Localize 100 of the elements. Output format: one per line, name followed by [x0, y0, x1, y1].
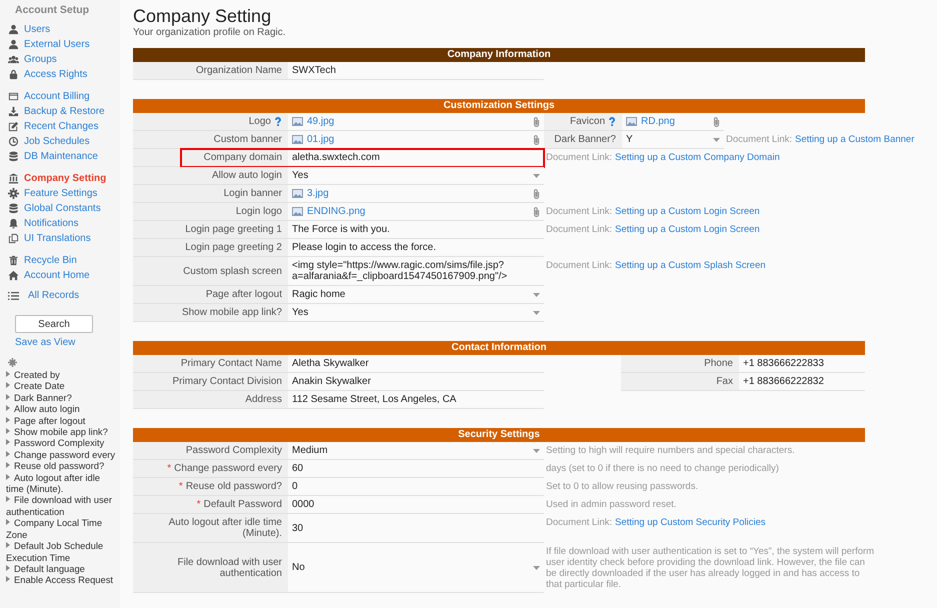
users-icon: [8, 54, 19, 65]
field-filter-item[interactable]: Reuse old password?: [6, 460, 120, 472]
paperclip-icon[interactable]: [713, 116, 720, 126]
home-icon: [8, 270, 19, 281]
caret-icon: [533, 448, 540, 452]
field-label: Login page greeting 2: [185, 242, 282, 253]
field-label: Login page greeting 1: [185, 224, 282, 235]
file-link[interactable]: 3.jpg: [307, 188, 329, 199]
database-icon: [8, 151, 19, 162]
field-label: Default Password: [204, 499, 282, 510]
file-link[interactable]: 49.jpg: [307, 116, 334, 127]
hint-text: Used in admin password reset.: [545, 498, 678, 512]
hint-text: Set to 0 to allow reusing passwords.: [545, 480, 700, 494]
user-icon: [8, 24, 19, 35]
field-filter-item[interactable]: Enable Access Request: [6, 574, 120, 586]
field-filter-item[interactable]: File download with user authentication: [6, 494, 120, 518]
hint-text: days (set to 0 if there is no need to change periodically): [545, 462, 780, 476]
document-link[interactable]: Setting up a Custom Login Screen: [615, 206, 760, 217]
sidebar-item[interactable]: Company Setting: [8, 171, 120, 186]
download-icon: [8, 106, 19, 117]
sidebar-item[interactable]: Groups: [8, 52, 120, 67]
field-label: Login logo: [236, 206, 282, 217]
field-label: Primary Contact Name: [180, 358, 282, 369]
field-label: Custom banner: [214, 134, 282, 145]
user-icon: [8, 39, 19, 50]
file-link[interactable]: RD.png: [641, 116, 675, 127]
list-icon: [8, 290, 19, 300]
file-link[interactable]: 01.jpg: [307, 134, 334, 145]
all-records-link[interactable]: All Records: [28, 290, 80, 301]
card-icon: [8, 91, 19, 102]
field-filter-item[interactable]: Company Local Time Zone: [6, 517, 120, 540]
document-link[interactable]: Setting up a Custom Banner: [795, 134, 914, 145]
bank-icon: [8, 173, 19, 184]
sidebar-item[interactable]: DB Maintenance: [8, 149, 120, 164]
sidebar-item[interactable]: Account Billing: [8, 89, 120, 104]
sidebar-item[interactable]: Job Schedules: [8, 134, 120, 149]
sidebar-item[interactable]: External Users: [8, 37, 120, 52]
caret-icon: [533, 292, 540, 296]
field-filter-item[interactable]: Password Complexity: [6, 437, 120, 449]
select-field[interactable]: Yes: [288, 167, 544, 185]
document-link[interactable]: Setting up a Custom Splash Screen: [615, 260, 766, 271]
sidebar-item[interactable]: Global Constants: [8, 201, 120, 216]
document-link[interactable]: Setting up Custom Security Policies: [615, 517, 766, 528]
field-label: Company domain: [204, 152, 282, 163]
field-label: Auto logout after idle time (Minute).: [168, 517, 282, 539]
settings-icon[interactable]: [8, 358, 17, 367]
file-link[interactable]: ENDING.png: [307, 206, 366, 217]
sidebar-item[interactable]: Users: [8, 22, 120, 37]
field-label: Fax: [716, 376, 733, 387]
required-mark: *: [167, 463, 172, 474]
required-mark: *: [178, 481, 183, 492]
section-header: Security Settings: [133, 428, 865, 442]
help-icon[interactable]: [608, 116, 616, 126]
sidebar-item[interactable]: Access Rights: [8, 67, 120, 82]
caret-icon: [533, 174, 540, 178]
note-label: Document Link:: [546, 517, 612, 528]
field-label: Page after logout: [206, 289, 282, 300]
page-subtitle: Your organization profile on Ragic.: [133, 27, 286, 38]
sidebar-item[interactable]: Backup & Restore: [8, 104, 120, 119]
field-filter-item[interactable]: Default Job Schedule Execution Time: [6, 540, 120, 563]
note-label: Document Link:: [546, 260, 612, 271]
sidebar-item[interactable]: Notifications: [8, 216, 120, 231]
field-filter-item[interactable]: Page after logout: [6, 414, 120, 426]
field-filter-item[interactable]: Show mobile app link?: [6, 426, 120, 438]
field-filter-item[interactable]: Created by: [6, 369, 120, 380]
field-label: Allow auto login: [212, 170, 282, 181]
field-filter-item[interactable]: Dark Banner?: [6, 392, 120, 404]
field-label: Address: [245, 394, 282, 405]
field-filter-item[interactable]: Allow auto login: [6, 403, 120, 415]
edit-icon: [8, 121, 19, 132]
field-label: Phone: [704, 358, 733, 369]
section-header: Company Information: [133, 48, 865, 62]
field-label: File download with user authentication: [176, 556, 282, 578]
field-filter-item[interactable]: Change password every: [6, 448, 120, 460]
sidebar-item[interactable]: Recent Changes: [8, 119, 120, 134]
save-as-view-link[interactable]: Save as View: [15, 337, 76, 348]
sidebar-item[interactable]: Recycle Bin: [8, 253, 120, 268]
field-label: Login banner: [224, 188, 282, 199]
image-icon: [292, 135, 303, 144]
field-filter-item[interactable]: Create Date: [6, 380, 120, 392]
document-link[interactable]: Setting up a Custom Company Domain: [615, 152, 780, 163]
field-filter-item[interactable]: Auto logout after idle time (Minute).: [6, 472, 120, 494]
sidebar-title: Account Setup: [15, 4, 90, 16]
section-header: Contact Information: [133, 341, 865, 355]
document-link[interactable]: Setting up a Custom Login Screen: [615, 224, 760, 235]
clock-icon: [8, 136, 19, 147]
field-filter-item[interactable]: Default language: [6, 562, 120, 574]
trash-icon: [8, 255, 19, 266]
help-icon[interactable]: [274, 116, 282, 126]
field-label: Password Complexity: [186, 445, 282, 456]
sidebar-item[interactable]: Feature Settings: [8, 186, 120, 201]
lock-icon: [8, 69, 19, 80]
sidebar-item[interactable]: Account Home: [8, 268, 120, 283]
sidebar-item[interactable]: UI Translations: [8, 231, 120, 246]
image-icon: [292, 207, 303, 216]
copy-icon: [8, 233, 19, 244]
field-label: Logo: [248, 116, 271, 127]
note-label: Document Link:: [546, 206, 612, 217]
field-label: Organization Name: [196, 65, 282, 76]
search-button[interactable]: Search: [15, 315, 93, 333]
